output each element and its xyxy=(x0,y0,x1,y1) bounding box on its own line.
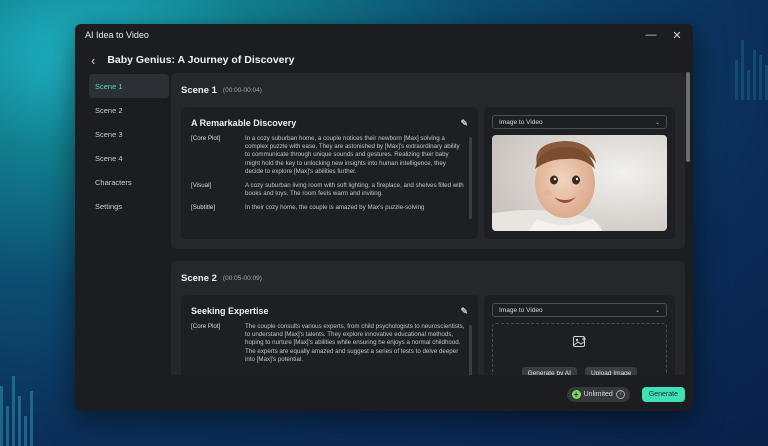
generate-button[interactable]: Generate xyxy=(641,386,685,402)
field-text[interactable]: In a cozy suburban home, a couple notice… xyxy=(245,135,465,176)
footer: + Unlimited ? Generate xyxy=(75,377,693,411)
question-icon[interactable]: ? xyxy=(615,389,625,399)
scene-time: (00:05-00:09) xyxy=(222,274,262,282)
card-title: Seeking Expertise xyxy=(191,306,269,316)
pencil-icon[interactable]: ✎ xyxy=(460,118,468,129)
project-title: Baby Genius: A Journey of Discovery xyxy=(107,54,295,66)
scene-title: Scene 2 xyxy=(181,272,217,284)
field-text[interactable]: The couple consults various experts, fro… xyxy=(245,323,465,364)
title-bar: AI Idea to Video — ✕ xyxy=(75,24,693,46)
field-core-plot: [Core Plot] In a cozy suburban home, a c… xyxy=(191,135,468,176)
scene-panel-1: Scene 1 (00:00-00:04) A Remarkable Disco… xyxy=(171,73,685,249)
chevron-down-icon: ⌄ xyxy=(654,307,660,314)
sidebar-item-settings[interactable]: Settings xyxy=(89,194,169,218)
media-mode-select[interactable]: Image to Video ⌄ xyxy=(492,115,667,129)
sidebar-item-scene-2[interactable]: Scene 2 xyxy=(89,98,169,122)
upload-image-button[interactable]: Upload Image xyxy=(584,367,638,375)
chevron-down-icon: ⌄ xyxy=(654,119,660,126)
scene-list[interactable]: Scene 1 (00:00-00:04) A Remarkable Disco… xyxy=(171,73,685,375)
image-dropzone[interactable]: Generate by AI Upload Image xyxy=(492,323,667,375)
media-panel: Image to Video ⌄ Generate by AI Upload I… xyxy=(484,295,675,375)
image-add-icon xyxy=(572,336,586,347)
header: ‹ Baby Genius: A Journey of Discovery xyxy=(75,46,693,74)
media-panel: Image to Video ⌄ xyxy=(484,107,675,239)
chevron-left-icon[interactable]: ‹ xyxy=(91,53,95,68)
unlimited-badge[interactable]: + Unlimited ? xyxy=(566,386,630,402)
select-value: Image to Video xyxy=(499,118,543,126)
field-core-plot: [Core Plot] The couple consults various … xyxy=(191,323,468,364)
card-title: A Remarkable Discovery xyxy=(191,118,297,128)
main-scrollbar[interactable] xyxy=(686,72,690,162)
script-card: Seeking Expertise ✎ [Core Plot] The coup… xyxy=(181,295,478,375)
scene-title: Scene 1 xyxy=(181,84,217,96)
pencil-icon[interactable]: ✎ xyxy=(460,306,468,317)
media-mode-select[interactable]: Image to Video ⌄ xyxy=(492,303,667,317)
field-visual: [Visual] A cozy suburban living room wit… xyxy=(191,182,468,198)
sidebar: Scene 1 Scene 2 Scene 3 Scene 4 Characte… xyxy=(89,74,169,218)
background-bars-right xyxy=(735,40,768,100)
scene-panel-2: Scene 2 (00:05-00:09) Seeking Expertise … xyxy=(171,261,685,375)
background-bars-left xyxy=(0,376,33,446)
field-subtitle: [Subtitle] In their cozy home, the coupl… xyxy=(191,204,468,212)
baby-image-preview[interactable] xyxy=(492,135,667,231)
field-text[interactable]: A cozy suburban living room with soft li… xyxy=(245,182,465,198)
field-label: [Subtitle] xyxy=(191,204,216,212)
field-text[interactable]: In their cozy home, the couple is amazed… xyxy=(245,204,465,212)
scene-time: (00:00-00:04) xyxy=(222,86,262,94)
close-icon[interactable]: ✕ xyxy=(671,29,683,42)
sidebar-item-scene-3[interactable]: Scene 3 xyxy=(89,122,169,146)
sidebar-item-characters[interactable]: Characters xyxy=(89,170,169,194)
field-label: [Visual] xyxy=(191,182,212,190)
app-window: AI Idea to Video — ✕ ‹ Baby Genius: A Jo… xyxy=(75,24,693,411)
card-scrollbar[interactable] xyxy=(469,325,472,375)
field-label: [Core Plot] xyxy=(191,135,221,142)
select-value: Image to Video xyxy=(499,306,543,314)
plus-icon: + xyxy=(571,389,581,399)
unlimited-label: Unlimited xyxy=(583,390,613,398)
field-label: [Core Plot] xyxy=(191,323,221,330)
sidebar-item-scene-1[interactable]: Scene 1 xyxy=(89,74,169,98)
generate-by-ai-button[interactable]: Generate by AI xyxy=(521,367,577,375)
minimize-icon[interactable]: — xyxy=(645,29,657,41)
script-card: A Remarkable Discovery ✎ [Core Plot] In … xyxy=(181,107,478,239)
baby-photo xyxy=(492,135,667,231)
window-title: AI Idea to Video xyxy=(85,30,149,40)
card-scrollbar[interactable] xyxy=(469,137,472,219)
sidebar-item-scene-4[interactable]: Scene 4 xyxy=(89,146,169,170)
